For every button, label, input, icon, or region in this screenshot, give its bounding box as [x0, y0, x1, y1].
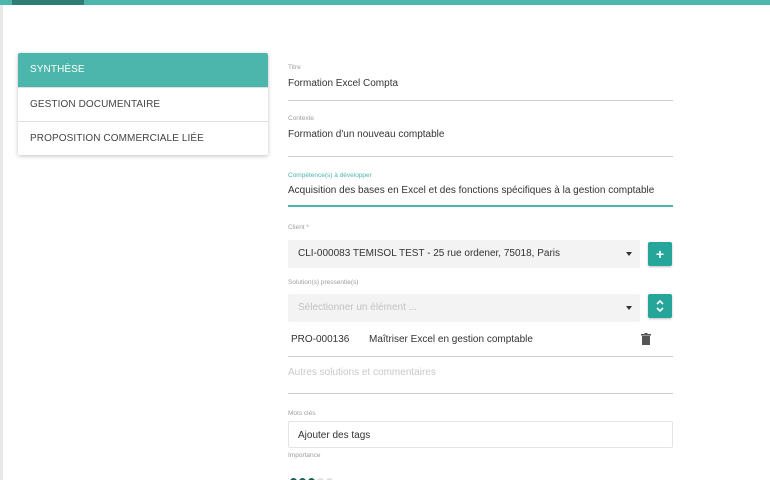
solution-code: PRO-000136: [291, 334, 350, 345]
solutions-select[interactable]: Sélectionner un élément ...: [288, 294, 640, 322]
titre-field[interactable]: Titre Formation Excel Compta: [288, 64, 673, 101]
sidebar-item-synthese[interactable]: SYNTHÈSE: [18, 53, 268, 87]
tags-input[interactable]: Ajouter des tags: [288, 421, 673, 448]
trash-icon[interactable]: [641, 333, 651, 345]
solutions-select-placeholder: Sélectionner un élément ...: [298, 302, 417, 313]
client-label-wrap: Client *: [288, 224, 673, 231]
selected-solution-row: PRO-000136 Maîtriser Excel en gestion co…: [288, 330, 673, 348]
autres-field[interactable]: Autres solutions et commentaires: [288, 365, 673, 394]
importance-label-wrap: Importance: [288, 452, 673, 459]
sidebar-item-gestion-documentaire[interactable]: GESTION DOCUMENTAIRE: [18, 87, 268, 121]
top-bar: [0, 0, 770, 5]
solutions-toggle-button[interactable]: [648, 294, 672, 318]
solutions-label: Solution(s) pressentie(s): [288, 279, 359, 286]
caret-down-icon: [626, 306, 632, 310]
solutions-label-wrap: Solution(s) pressentie(s): [288, 279, 673, 286]
contexte-underline: [288, 156, 673, 157]
contexte-field[interactable]: Contexte Formation d'un nouveau comptabl…: [288, 115, 673, 157]
autres-placeholder: Autres solutions et commentaires: [288, 367, 436, 378]
client-select[interactable]: CLI-000083 TEMISOL TEST - 25 rue ordener…: [288, 240, 640, 268]
solutions-divider: [288, 356, 673, 357]
sidebar: SYNTHÈSE GESTION DOCUMENTAIRE PROPOSITIO…: [18, 53, 268, 155]
titre-value[interactable]: Formation Excel Compta: [288, 78, 673, 89]
contexte-value[interactable]: Formation d'un nouveau comptable: [288, 129, 673, 140]
caret-down-icon: [626, 252, 632, 256]
importance-label: Importance: [288, 452, 321, 459]
tags-input-placeholder: Ajouter des tags: [298, 430, 371, 441]
titre-label: Titre: [288, 64, 301, 71]
client-select-value: CLI-000083 TEMISOL TEST - 25 rue ordener…: [298, 248, 560, 259]
autres-underline: [288, 393, 673, 394]
unfold-icon: [656, 299, 664, 313]
mots-cles-label-wrap: Mots clés: [288, 410, 673, 417]
competences-label: Compétence(s) à développer: [288, 172, 372, 179]
add-client-button[interactable]: +: [648, 242, 672, 266]
competences-field[interactable]: Compétence(s) à développer Acquisition d…: [288, 172, 673, 207]
contexte-label: Contexte: [288, 115, 315, 122]
solution-label: Maîtriser Excel en gestion comptable: [369, 334, 533, 345]
titre-underline: [288, 100, 673, 101]
plus-icon: +: [655, 246, 665, 262]
mots-cles-label: Mots clés: [288, 410, 316, 417]
importance-rating[interactable]: [290, 472, 335, 480]
left-edge-border: [0, 5, 3, 480]
sidebar-item-proposition-commerciale[interactable]: PROPOSITION COMMERCIALE LIÉE: [18, 121, 268, 155]
top-bar-active-tab[interactable]: [12, 0, 84, 5]
competences-underline: [288, 205, 673, 207]
competences-value[interactable]: Acquisition des bases en Excel et des fo…: [288, 185, 673, 196]
client-label: Client *: [288, 224, 309, 231]
